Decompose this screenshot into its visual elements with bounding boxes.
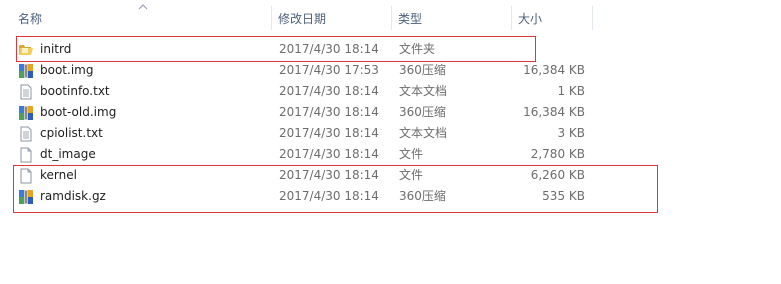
file-type: 文本文档 — [399, 126, 448, 140]
column-header: 名称 修改日期 类型 大小 — [0, 0, 781, 34]
file-date: 2017/4/30 18:14 — [279, 126, 379, 140]
file-name[interactable]: boot-old.img — [40, 102, 116, 123]
file-row-cpiolist-txt[interactable]: cpiolist.txt 2017/4/30 18:14 文本文档 3 KB — [0, 123, 781, 144]
file-type: 文本文档 — [399, 84, 448, 98]
text-file-icon — [20, 126, 32, 142]
file-date: 2017/4/30 17:53 — [279, 63, 379, 77]
file-date: 2017/4/30 18:14 — [279, 105, 379, 119]
file-type: 360压缩 — [399, 105, 446, 119]
file-size: 16,384 KB — [523, 105, 585, 119]
file-date: 2017/4/30 18:14 — [279, 84, 379, 98]
file-name[interactable]: dt_image — [40, 144, 96, 165]
file-date: 2017/4/30 18:14 — [279, 147, 379, 161]
column-header-size[interactable]: 大小 — [512, 8, 592, 30]
file-type: 文件 — [399, 147, 424, 161]
file-name[interactable]: boot.img — [40, 60, 93, 81]
file-name[interactable]: cpiolist.txt — [40, 123, 103, 144]
blank-file-icon — [20, 147, 32, 163]
highlight-box-initrd — [16, 36, 536, 62]
file-name[interactable]: bootinfo.txt — [40, 81, 110, 102]
file-row-boot-old-img[interactable]: boot-old.img 2017/4/30 18:14 360压缩 16,38… — [0, 102, 781, 123]
file-size: 16,384 KB — [523, 63, 585, 77]
archive-icon — [19, 106, 33, 120]
highlight-box-kernel-ramdisk — [13, 165, 658, 213]
archive-icon — [19, 64, 33, 78]
file-row-boot-img[interactable]: boot.img 2017/4/30 17:53 360压缩 16,384 KB — [0, 60, 781, 81]
file-size: 2,780 KB — [530, 147, 585, 161]
column-divider[interactable] — [592, 6, 593, 30]
file-row-dt-image[interactable]: dt_image 2017/4/30 18:14 文件 2,780 KB — [0, 144, 781, 165]
column-header-date[interactable]: 修改日期 — [272, 8, 390, 30]
file-size: 1 KB — [557, 84, 585, 98]
column-header-type[interactable]: 类型 — [392, 8, 510, 30]
file-type: 360压缩 — [399, 63, 446, 77]
column-header-name[interactable]: 名称 — [12, 8, 270, 30]
text-file-icon — [20, 84, 32, 100]
file-row-bootinfo-txt[interactable]: bootinfo.txt 2017/4/30 18:14 文本文档 1 KB — [0, 81, 781, 102]
file-size: 3 KB — [557, 126, 585, 140]
